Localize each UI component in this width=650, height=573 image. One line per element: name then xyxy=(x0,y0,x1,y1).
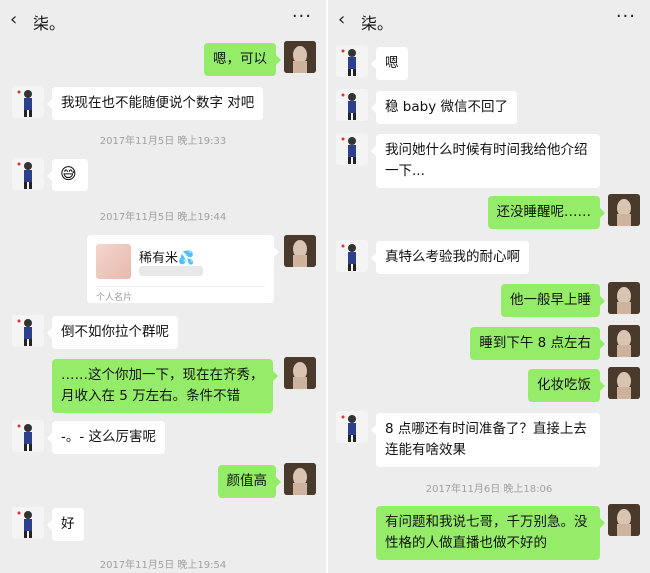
avatar-image xyxy=(608,282,640,314)
avatar-image xyxy=(12,86,44,118)
avatar[interactable] xyxy=(608,282,640,314)
timestamp: 2017年11月5日 晚上19:54 xyxy=(99,560,227,571)
avatar-image xyxy=(336,240,368,272)
back-icon[interactable]: ‹ xyxy=(10,9,17,30)
avatar[interactable] xyxy=(12,315,44,347)
message-bubble-sent[interactable]: 嗯，可以 xyxy=(204,43,281,76)
avatar[interactable] xyxy=(12,420,44,452)
avatar[interactable] xyxy=(284,463,316,495)
message-bubble-received[interactable]: 倒不如你拉个群呢 xyxy=(47,316,178,349)
avatar-image xyxy=(12,315,44,347)
avatar-image xyxy=(608,325,640,357)
avatar[interactable] xyxy=(608,194,640,226)
avatar[interactable] xyxy=(284,41,316,73)
avatar[interactable] xyxy=(12,507,44,539)
more-icon[interactable]: ··· xyxy=(616,6,636,27)
avatar[interactable] xyxy=(336,240,368,272)
contact-card-name: 稀有米💦 xyxy=(139,251,195,266)
avatar[interactable] xyxy=(608,504,640,536)
avatar-image xyxy=(284,235,316,267)
message-bubble-received[interactable]: 好 xyxy=(47,508,84,541)
back-icon[interactable]: ‹ xyxy=(338,9,345,30)
avatar[interactable] xyxy=(284,357,316,389)
avatar[interactable] xyxy=(284,235,316,267)
avatar[interactable] xyxy=(608,367,640,399)
avatar-image xyxy=(284,41,316,73)
message-bubble-sent[interactable]: 睡到下午 8 点左右 xyxy=(470,327,605,360)
message-bubble-received[interactable]: 我现在也不能随便说个数字 对吧 xyxy=(46,87,264,120)
contact-card-label: 个人名片 xyxy=(96,293,133,303)
timestamp: 2017年11月6日 晚上18:06 xyxy=(425,484,553,495)
timestamp: 2017年11月5日 晚上19:33 xyxy=(99,136,227,147)
message-bubble-received[interactable]: 我问她什么时候有时间我给他介绍一下... xyxy=(371,134,600,188)
chat-header: ‹ 柒。 ··· xyxy=(328,0,650,40)
chat-title: 柒。 xyxy=(361,14,394,33)
avatar-image xyxy=(284,463,316,495)
emoji-bubble[interactable]: 😅 xyxy=(47,159,88,191)
chat-pane-left: ‹ 柒。 ··· 嗯，可以 我现在也不能随便说个数字 对吧 2017年11月5日… xyxy=(0,0,326,573)
message-bubble-received[interactable]: 真特么考验我的耐心啊 xyxy=(371,241,529,274)
avatar-image xyxy=(12,420,44,452)
avatar-image xyxy=(12,507,44,539)
avatar-image xyxy=(608,504,640,536)
message-bubble-received[interactable]: 嗯 xyxy=(371,47,408,80)
message-bubble-sent[interactable]: ……这个你加一下，现在在齐秀，月收入在 5 万左右。条件不错 xyxy=(52,359,278,413)
avatar-image xyxy=(608,194,640,226)
avatar-image xyxy=(336,411,368,443)
chat-title: 柒。 xyxy=(33,14,66,33)
avatar[interactable] xyxy=(336,411,368,443)
avatar[interactable] xyxy=(336,45,368,77)
more-icon[interactable]: ··· xyxy=(292,6,312,27)
message-bubble-sent[interactable]: 颜值高 xyxy=(217,465,281,498)
message-bubble-received[interactable]: 8 点哪还有时间准备了？直接上去连能有啥效果 xyxy=(371,413,600,467)
contact-card-avatar xyxy=(96,244,131,279)
avatar[interactable] xyxy=(12,158,44,190)
avatar[interactable] xyxy=(336,133,368,165)
message-bubble-sent[interactable]: 他一般早上睡 xyxy=(501,284,605,317)
avatar-image xyxy=(608,367,640,399)
message-bubble-received[interactable]: 稳 baby 微信不回了 xyxy=(371,91,517,124)
avatar[interactable] xyxy=(12,86,44,118)
avatar-image xyxy=(336,133,368,165)
avatar[interactable] xyxy=(336,89,368,121)
screenshot-collage: ‹ 柒。 ··· 嗯，可以 我现在也不能随便说个数字 对吧 2017年11月5日… xyxy=(0,0,650,573)
message-bubble-sent[interactable]: 有问题和我说七哥，千万别急。没性格的人做直播也做不好的 xyxy=(376,506,605,560)
timestamp: 2017年11月5日 晚上19:44 xyxy=(99,212,227,223)
message-bubble-received[interactable]: -。- 这么厉害呢 xyxy=(46,421,166,454)
chat-header: ‹ 柒。 ··· xyxy=(0,0,326,40)
avatar-image xyxy=(284,357,316,389)
avatar[interactable] xyxy=(608,325,640,357)
contact-card[interactable]: 稀有米💦 个人名片 xyxy=(87,235,279,303)
chat-pane-right: ‹ 柒。 ··· 嗯 稳 baby 微信不回了 我问她什么时候有时间我给他介绍一… xyxy=(328,0,650,573)
avatar-image xyxy=(12,158,44,190)
avatar-image xyxy=(336,45,368,77)
message-bubble-sent[interactable]: 还没睡醒呢…… xyxy=(487,196,605,229)
divider xyxy=(96,286,265,287)
message-bubble-sent[interactable]: 化妆吃饭 xyxy=(528,369,605,402)
contact-card-id-blurred xyxy=(139,266,203,276)
avatar-image xyxy=(336,89,368,121)
